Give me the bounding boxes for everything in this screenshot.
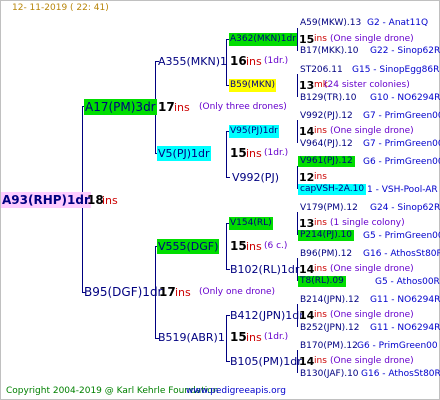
gen2-ins: ins bbox=[246, 55, 262, 68]
gen2-ins: ins bbox=[246, 147, 262, 160]
gen3-inbreeding: 12 bbox=[299, 171, 315, 184]
connector bbox=[226, 223, 227, 269]
gen3-ins: ins bbox=[314, 218, 327, 228]
gen4-bee[interactable]: ST206.11 bbox=[300, 66, 343, 75]
gen2-bee[interactable]: A355(MKN)1 bbox=[158, 56, 227, 67]
gen4-bee[interactable]: B17(MKK).10 bbox=[300, 47, 359, 56]
gen4-bee[interactable]: T8(RL).09 bbox=[298, 276, 346, 287]
gen3-ins: ins bbox=[314, 264, 327, 274]
gen3-note: (One single drone) bbox=[330, 34, 414, 44]
gen2-note: (6 c.) bbox=[264, 241, 288, 251]
gen2-inbreeding: 15 bbox=[230, 239, 247, 253]
gen1-ins: ins bbox=[175, 286, 191, 299]
gen3-note: (One single drone) bbox=[330, 264, 414, 274]
gen4-bee[interactable]: B96(PM).12 bbox=[300, 250, 352, 259]
gen3-bee[interactable]: V154(RL) bbox=[229, 217, 273, 230]
gen2-inbreeding: 15 bbox=[230, 146, 247, 160]
gen4-info: G2 - Anat11Q bbox=[367, 18, 429, 28]
root-bee[interactable]: A93(RHP)1dr bbox=[1, 192, 91, 208]
gen4-info: G7 - PrimGreen00 bbox=[363, 139, 440, 149]
gen4-info: G11 - NO6294R bbox=[370, 323, 440, 333]
connector bbox=[297, 120, 298, 143]
gen4-bee[interactable]: capVSH-2A.10 bbox=[298, 184, 367, 195]
gen2-note: (1dr.) bbox=[264, 332, 289, 342]
gen3-inbreeding: 14 bbox=[299, 125, 315, 138]
gen4-bee[interactable]: B130(JAF).10 bbox=[300, 370, 359, 379]
gen1-note: (Only three drones) bbox=[199, 102, 287, 112]
gen3-bee[interactable]: B105(PM)1dr bbox=[230, 356, 302, 367]
gen3-inbreeding: 14 bbox=[299, 309, 315, 322]
gen3-ins: ins bbox=[314, 126, 327, 136]
gen3-bee[interactable]: V992(PJ) bbox=[232, 172, 279, 183]
gen4-info: G7 - PrimGreen00 bbox=[363, 111, 440, 121]
connector bbox=[297, 74, 298, 97]
connector bbox=[226, 177, 230, 178]
gen4-info: G16 - AthosSt80R bbox=[361, 369, 440, 379]
connector bbox=[226, 315, 227, 361]
gen3-ins: ins bbox=[314, 356, 327, 366]
gen3-bee[interactable]: B59(MKN) bbox=[229, 79, 277, 92]
gen3-note: (1 single colony) bbox=[330, 218, 405, 228]
gen1-note: (Only one drone) bbox=[199, 287, 276, 297]
gen4-bee[interactable]: V179(PM).12 bbox=[300, 204, 358, 213]
gen4-info: G6 - PrimGreen00 bbox=[357, 341, 438, 351]
gen4-info: 1 - VSH-Pool-AR bbox=[367, 185, 438, 195]
gen2-note: (1dr.) bbox=[264, 148, 289, 158]
gen4-info: G24 - Sinop62R bbox=[370, 203, 440, 213]
gen3-bee[interactable]: B102(RL)1dr bbox=[230, 264, 299, 275]
gen4-info: G22 - Sinop62R bbox=[370, 46, 440, 56]
gen4-bee[interactable]: V961(PJ).12 bbox=[298, 156, 355, 167]
gen1-inbreeding: 17 bbox=[159, 285, 176, 299]
gen4-bee[interactable]: V964(PJ).12 bbox=[300, 140, 353, 149]
gen3-ins: ins bbox=[314, 310, 327, 320]
gen4-info: G11 - NO6294R bbox=[370, 295, 440, 305]
gen1-ins: ins bbox=[174, 101, 190, 114]
gen3-note: (24 sister colonies) bbox=[324, 80, 410, 90]
gen1-bee[interactable]: B95(DGF)1dr bbox=[84, 286, 163, 298]
gen1-inbreeding: 17 bbox=[158, 100, 175, 114]
gen2-ins: ins bbox=[246, 331, 262, 344]
gen3-note: (One single drone) bbox=[330, 310, 414, 320]
gen3-inbreeding: 15 bbox=[299, 33, 315, 46]
gen3-inbreeding: 14 bbox=[299, 263, 315, 276]
gen4-info: G5 - Athos00R bbox=[375, 277, 440, 287]
gen3-note: (One single drone) bbox=[330, 126, 414, 136]
gen4-bee[interactable]: B214(JPN).12 bbox=[300, 296, 360, 305]
gen3-inbreeding: 13 bbox=[299, 217, 315, 230]
gen2-ins: ins bbox=[246, 240, 262, 253]
connector bbox=[297, 28, 298, 51]
gen4-info: G5 - PrimGreen00 bbox=[363, 231, 440, 241]
gen4-info: G15 - SinopEgg86R bbox=[352, 65, 440, 75]
gen4-bee[interactable]: B252(JPN).12 bbox=[300, 324, 360, 333]
date-header: 12- 11-2019 ( 22: 41) bbox=[12, 3, 109, 13]
gen4-bee[interactable]: B129(TR).10 bbox=[300, 94, 356, 103]
gen3-inbreeding: 14 bbox=[299, 355, 315, 368]
gen1-bee[interactable]: A17(PM)3dr bbox=[84, 99, 157, 115]
gen3-inbreeding: 13 bbox=[299, 79, 315, 92]
gen4-info: G10 - NO6294R bbox=[370, 93, 440, 103]
root-ins: ins bbox=[102, 194, 118, 207]
gen3-bee[interactable]: V95(PJ)1dr bbox=[229, 125, 279, 138]
site-link[interactable]: www.pedigreeapis.org bbox=[186, 387, 286, 396]
gen2-bee[interactable]: V5(PJ)1dr bbox=[157, 146, 211, 161]
gen3-bee[interactable]: B412(JPN)1dr bbox=[230, 310, 304, 321]
gen4-bee[interactable]: P214(PJ).10 bbox=[298, 230, 355, 241]
connector bbox=[226, 131, 227, 177]
gen2-bee[interactable]: V555(DGF) bbox=[157, 239, 220, 254]
gen2-inbreeding: 16 bbox=[230, 54, 247, 68]
gen4-bee[interactable]: A59(MKW).13 bbox=[300, 19, 361, 28]
gen4-bee[interactable]: V992(PJ).12 bbox=[300, 112, 353, 121]
gen2-bee[interactable]: B519(ABR)1 bbox=[158, 332, 225, 343]
gen2-note: (1dr.) bbox=[264, 56, 289, 66]
gen3-ins: ins bbox=[314, 34, 327, 44]
gen4-info: G16 - AthosSt80R bbox=[363, 249, 440, 259]
gen4-bee[interactable]: B170(PM).12 bbox=[300, 342, 358, 351]
gen3-bee[interactable]: A362(MKN)1dr bbox=[229, 33, 297, 46]
gen3-note: (One single drone) bbox=[330, 356, 414, 366]
gen2-inbreeding: 15 bbox=[230, 330, 247, 344]
gen4-info: G6 - PrimGreen00 bbox=[363, 157, 440, 167]
gen3-ins: ins bbox=[314, 172, 327, 182]
